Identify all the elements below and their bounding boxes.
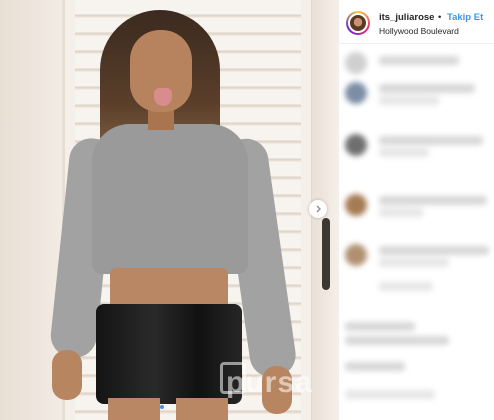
- follow-button[interactable]: Takip Et: [447, 12, 483, 23]
- person-top: [92, 124, 248, 274]
- header-separator: •: [438, 12, 442, 23]
- comment-avatar: [345, 244, 367, 266]
- comment-meta: [345, 390, 435, 399]
- comment-text: [379, 136, 483, 145]
- carousel-next-button[interactable]: [309, 200, 327, 218]
- post-header: its_juliarose • Takip Et Hollywood Boule…: [339, 0, 494, 44]
- comment-text: [345, 336, 449, 345]
- person-leg-right: [176, 398, 228, 420]
- comment-row: [345, 280, 489, 310]
- comment-meta: [379, 148, 429, 157]
- comment-avatar: [345, 134, 367, 156]
- comment-text: [379, 246, 489, 255]
- comment-text: [345, 362, 405, 371]
- person-leg-left: [108, 398, 160, 420]
- avatar[interactable]: [346, 11, 370, 35]
- blurred-comments: [339, 44, 494, 420]
- carousel-dot-2: [167, 405, 171, 409]
- comment-meta: [379, 282, 433, 291]
- comment-row: [345, 390, 489, 420]
- comment-text: [379, 56, 459, 65]
- comment-avatar: [345, 194, 367, 216]
- post-photo[interactable]: pursa: [0, 0, 338, 420]
- carousel-dot-1: [160, 405, 164, 409]
- comment-row: [345, 134, 489, 164]
- comments-section: [339, 44, 494, 420]
- comment-text: [379, 196, 487, 205]
- comment-row: [345, 82, 489, 112]
- watermark-text: pursa: [226, 366, 313, 399]
- instagram-post-view: pursa its_juliarose • Takip Et Hollywood…: [0, 0, 494, 420]
- comment-avatar: [345, 82, 367, 104]
- chevron-right-icon: [316, 205, 321, 213]
- avatar-image: [350, 15, 366, 31]
- comment-text: [379, 84, 475, 93]
- comment-meta: [379, 96, 439, 105]
- carousel-indicator: [160, 405, 171, 409]
- username-link[interactable]: its_juliarose: [379, 12, 434, 23]
- comment-avatar: [345, 52, 367, 74]
- comment-row: [345, 362, 489, 392]
- comment-text: [345, 322, 415, 331]
- comment-meta: [379, 208, 423, 217]
- comment-row: [345, 322, 489, 352]
- comment-row: [345, 194, 489, 224]
- door-handle: [322, 218, 330, 290]
- person-tongue: [154, 88, 172, 106]
- comment-row: [345, 244, 489, 274]
- comment-meta: [379, 258, 449, 267]
- comment-row: [345, 52, 489, 82]
- post-sidebar: its_juliarose • Takip Et Hollywood Boule…: [338, 0, 494, 420]
- location-link[interactable]: Hollywood Boulevard: [379, 26, 459, 36]
- person-hand-left: [52, 350, 82, 400]
